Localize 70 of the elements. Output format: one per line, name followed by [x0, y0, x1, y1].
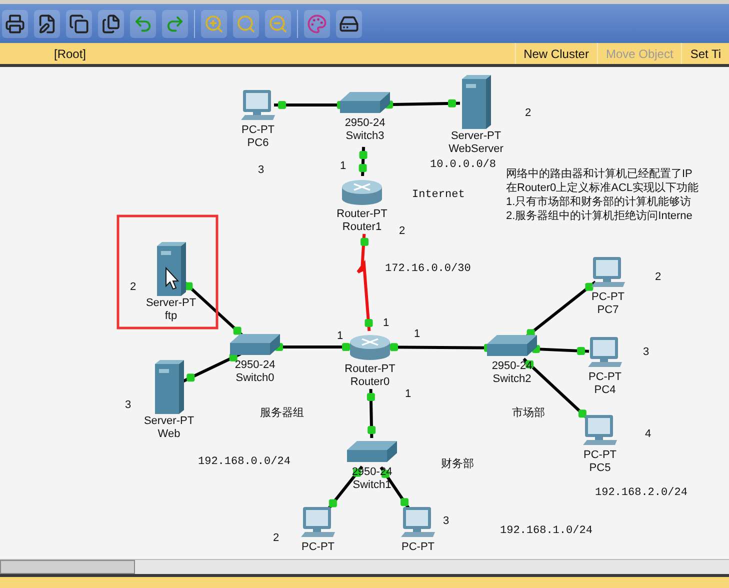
diagram-label: 2 [273, 532, 280, 544]
device-name: Switch1 [352, 479, 392, 491]
device-name: PC7 [597, 304, 619, 316]
diagram-label: 172.16.0.0/30 [385, 263, 471, 275]
diagram-label: 1 [337, 330, 344, 342]
diagram-label: 10.0.0.0/8 [430, 159, 496, 171]
palette-icon[interactable] [304, 10, 330, 38]
diagram-label: 2 [655, 271, 662, 283]
device-name: Switch2 [492, 373, 532, 385]
root-path: [Root] [54, 46, 88, 62]
network-cable [358, 146, 368, 176]
device-name: PC5 [589, 462, 611, 474]
mouse-pointer-icon [166, 266, 180, 290]
diagram-label: 192.168.2.0/24 [595, 487, 688, 499]
device-model: Router-PT [336, 208, 388, 220]
device-model: PC-PT [302, 541, 334, 553]
edit-note-icon[interactable] [34, 10, 60, 38]
diagram-label: 4 [645, 428, 652, 440]
diagram-label: 财务部 [441, 458, 474, 470]
device-name: Switch3 [346, 130, 384, 142]
diagram-label: 1 [414, 328, 420, 340]
zoom-reset-icon[interactable] [233, 10, 259, 38]
device-icon[interactable] [336, 10, 362, 38]
diagram-label: 1 [383, 317, 390, 329]
device-model: PC-PT [402, 541, 434, 553]
device-model: PC-PT [584, 449, 616, 461]
scrollbar-thumb[interactable] [0, 560, 135, 574]
device-name: Web [158, 428, 180, 440]
device-name: Router0 [350, 376, 390, 388]
diagram-label: 2 [525, 107, 532, 119]
device-name: ftp [164, 310, 178, 322]
device-model: 2950-24 [234, 359, 276, 371]
network-cable [366, 388, 376, 438]
note-line: 在Router0上定义标准ACL实现以下功能 [506, 182, 699, 194]
device-model: Server-PT [146, 297, 196, 309]
diagram-label: 服务器组 [260, 407, 304, 419]
diagram-label: 1 [405, 388, 412, 400]
diagram-label: 市场部 [512, 407, 545, 419]
paste-icon[interactable] [98, 10, 124, 38]
diagram-label: Internet [412, 189, 465, 201]
diagram-label: 3 [125, 399, 132, 411]
diagram-label: 192.168.1.0/24 [500, 525, 592, 537]
device-model: Server-PT [144, 415, 194, 427]
device-model: Server-PT [450, 130, 502, 142]
device-model: PC-PT [588, 371, 622, 383]
copy-icon[interactable] [66, 10, 92, 38]
diagram-label: 3 [258, 164, 264, 176]
device-name: WebServer [448, 143, 504, 155]
print-icon[interactable] [2, 10, 28, 38]
device-model: PC-PT [592, 291, 624, 303]
zoom-in-icon[interactable] [201, 10, 227, 38]
device-name: PC4 [594, 384, 616, 396]
device-model: 2950-24 [344, 117, 386, 129]
redo-icon[interactable] [162, 10, 188, 38]
note-line: 2.服务器组中的计算机拒绝访问Interne [506, 210, 692, 222]
device-model: Router-PT [344, 363, 396, 375]
device-name: Switch0 [236, 372, 274, 384]
diagram-label: 192.168.0.0/24 [198, 456, 290, 468]
diagram-label: 3 [643, 346, 650, 358]
device-name: Router1 [342, 221, 382, 233]
device-model: PC-PT [242, 124, 274, 136]
note-line: 1.只有市场部和财务部的计算机能够访 [506, 196, 692, 208]
diagram-label: 2 [130, 281, 136, 293]
zoom-out-icon[interactable] [265, 10, 291, 38]
diagram-label: 3 [443, 515, 450, 527]
diagram-label: 2 [399, 225, 406, 237]
diagram-label: 1 [340, 160, 346, 172]
device-name: PC6 [247, 137, 269, 149]
undo-icon[interactable] [130, 10, 156, 38]
note-line: 网络中的路由器和计算机已经配置了IP [506, 168, 692, 180]
